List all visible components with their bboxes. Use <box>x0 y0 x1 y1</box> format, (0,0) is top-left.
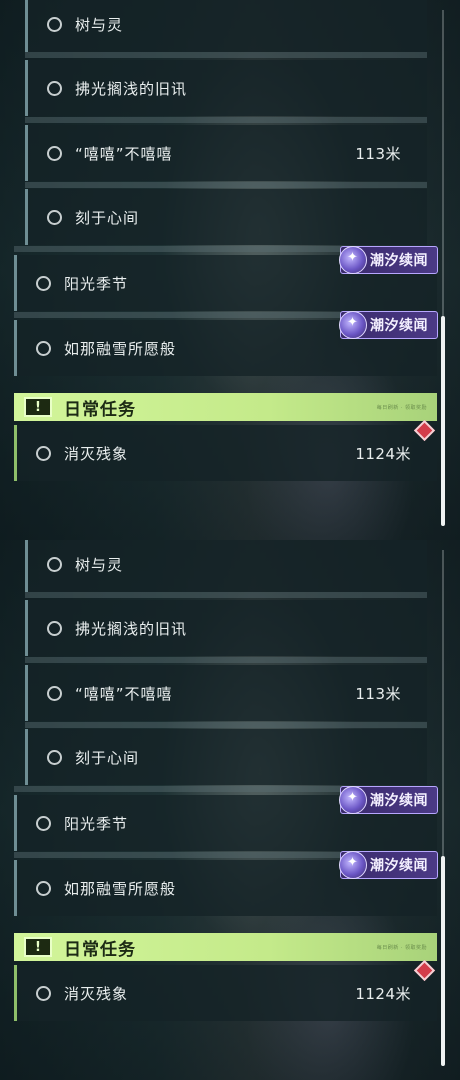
quest-accent-bar <box>25 665 28 721</box>
quest-row-2[interactable]: 拂光搁浅的旧讯 <box>25 600 427 656</box>
quest-status-circle-icon <box>36 445 51 461</box>
quest-accent-bar <box>14 255 17 311</box>
quest-row-1[interactable]: 树与灵 <box>25 540 427 592</box>
quest-status-circle-icon <box>36 340 51 356</box>
quest-row-1[interactable]: 树与灵 <box>25 0 427 52</box>
quest-label: 阳光季节 <box>64 814 129 833</box>
quest-status-circle-icon <box>47 16 62 32</box>
event-badge[interactable]: 潮汐续闻 <box>339 786 438 814</box>
quest-label: 阳光季节 <box>64 274 129 293</box>
quest-accent-bar <box>25 125 28 181</box>
event-badge[interactable]: 潮汐续闻 <box>339 246 438 274</box>
quest-status-circle-icon <box>36 815 51 831</box>
quest-label: 消灭残象 <box>64 444 129 463</box>
exclamation-icon: ! <box>24 937 52 957</box>
scrollbar-thumb[interactable] <box>441 316 445 526</box>
daily-quest-header: ! 日常任务 每日刷新 · 领取奖励 <box>14 933 437 961</box>
quest-accent-bar <box>14 795 17 851</box>
quest-distance: 113米 <box>355 144 401 163</box>
divider <box>25 182 427 188</box>
quest-accent-bar <box>25 600 28 656</box>
quest-label: 消灭残象 <box>64 984 129 1003</box>
event-badge-label: 潮汐续闻 <box>370 858 428 874</box>
quest-row-3[interactable]: “嘻嘻”不嘻嘻 113米 <box>25 125 427 181</box>
event-badge[interactable]: 潮汐续闻 <box>339 851 438 879</box>
quest-distance: 1124米 <box>355 984 411 1003</box>
tidal-event-logo-icon <box>339 311 367 339</box>
quest-row-3[interactable]: “嘻嘻”不嘻嘻 113米 <box>25 665 427 721</box>
quest-status-circle-icon <box>36 880 51 896</box>
event-badge-label: 潮汐续闻 <box>370 318 428 334</box>
event-badge-label: 潮汐续闻 <box>370 253 428 269</box>
divider <box>25 722 427 728</box>
daily-quest-header: ! 日常任务 每日刷新 · 领取奖励 <box>14 393 437 421</box>
quest-distance: 1124米 <box>355 444 411 463</box>
quest-label: 如那融雪所愿般 <box>64 879 177 898</box>
quest-row-4[interactable]: 刻于心间 <box>25 189 427 245</box>
quest-status-circle-icon <box>47 685 62 701</box>
quest-accent-bar <box>14 860 17 916</box>
daily-quest-row[interactable]: 消灭残象 1124米 <box>14 425 437 481</box>
event-badge[interactable]: 潮汐续闻 <box>339 311 438 339</box>
quest-status-circle-icon <box>47 749 62 765</box>
daily-quest-row[interactable]: 消灭残象 1124米 <box>14 965 437 1021</box>
quest-accent-bar <box>25 540 28 592</box>
quest-label: 树与灵 <box>75 15 124 34</box>
exclamation-icon: ! <box>24 397 52 417</box>
quest-panel-bottom: 树与灵 拂光搁浅的旧讯 “嘻嘻”不嘻嘻 113米 刻于心间 阳光季节 潮汐续闻 … <box>0 540 460 1080</box>
daily-quest-title: 日常任务 <box>64 939 136 960</box>
quest-status-circle-icon <box>36 985 51 1001</box>
quest-row-2[interactable]: 拂光搁浅的旧讯 <box>25 60 427 116</box>
quest-label: “嘻嘻”不嘻嘻 <box>75 144 173 163</box>
daily-quest-title: 日常任务 <box>64 399 136 420</box>
quest-accent-bar <box>14 320 17 376</box>
quest-accent-bar <box>14 425 17 481</box>
quest-label: 刻于心间 <box>75 208 140 227</box>
quest-row-4[interactable]: 刻于心间 <box>25 729 427 785</box>
quest-label: 拂光搁浅的旧讯 <box>75 79 188 98</box>
quest-label: “嘻嘻”不嘻嘻 <box>75 684 173 703</box>
event-badge-label: 潮汐续闻 <box>370 793 428 809</box>
quest-status-circle-icon <box>47 620 62 636</box>
tidal-event-logo-icon <box>339 851 367 879</box>
divider <box>25 52 427 58</box>
tidal-event-logo-icon <box>339 246 367 274</box>
quest-status-circle-icon <box>47 556 62 572</box>
quest-status-circle-icon <box>47 145 62 161</box>
quest-label: 树与灵 <box>75 555 124 574</box>
quest-accent-bar <box>25 729 28 785</box>
divider <box>25 117 427 123</box>
quest-panel-top: 树与灵 拂光搁浅的旧讯 “嘻嘻”不嘻嘻 113米 刻于心间 阳光季节 潮汐续闻 … <box>0 0 460 540</box>
quest-status-circle-icon <box>47 80 62 96</box>
quest-status-circle-icon <box>36 275 51 291</box>
quest-accent-bar <box>25 60 28 116</box>
tidal-event-logo-icon <box>339 786 367 814</box>
divider <box>25 657 427 663</box>
daily-fine-print: 每日刷新 · 领取奖励 <box>376 404 427 411</box>
quest-accent-bar <box>14 965 17 1021</box>
quest-label: 如那融雪所愿般 <box>64 339 177 358</box>
quest-label: 刻于心间 <box>75 748 140 767</box>
quest-accent-bar <box>25 189 28 245</box>
quest-distance: 113米 <box>355 684 401 703</box>
daily-fine-print: 每日刷新 · 领取奖励 <box>376 944 427 951</box>
quest-label: 拂光搁浅的旧讯 <box>75 619 188 638</box>
divider <box>25 592 427 598</box>
quest-accent-bar <box>25 0 28 52</box>
scrollbar-thumb[interactable] <box>441 856 445 1066</box>
quest-status-circle-icon <box>47 209 62 225</box>
